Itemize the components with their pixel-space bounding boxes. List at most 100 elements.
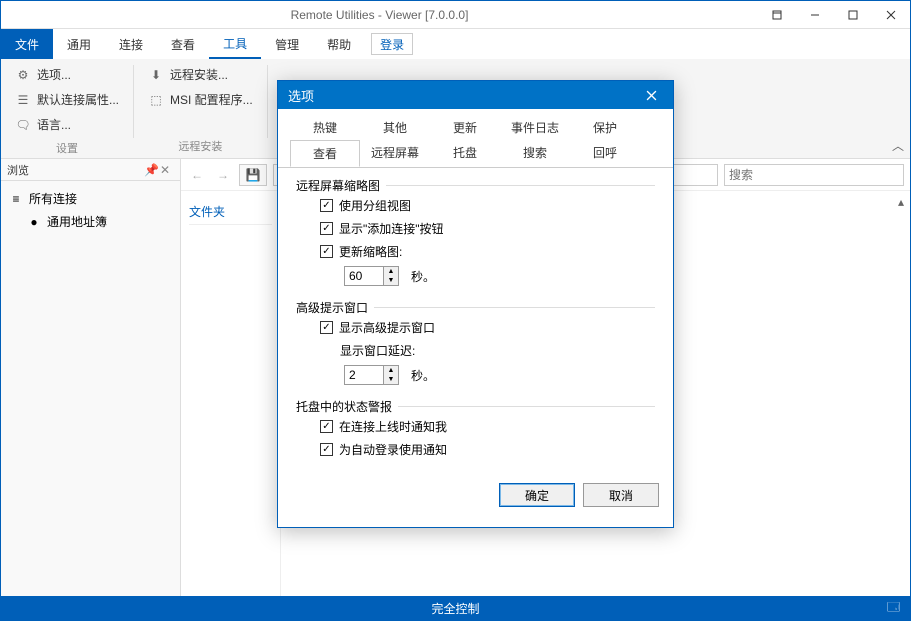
tooltip-delay-spinner[interactable]: ▲▼ bbox=[344, 365, 399, 385]
nav-forward-icon[interactable]: → bbox=[213, 166, 233, 184]
ribbon-collapse-icon[interactable]: ︿ bbox=[892, 137, 904, 154]
spinner-input[interactable] bbox=[344, 365, 384, 385]
checkbox-label: 显示高级提示窗口 bbox=[339, 319, 435, 336]
bullet-icon: ● bbox=[27, 215, 41, 229]
spinner-suffix: 秒。 bbox=[411, 367, 435, 384]
dialog-titlebar: 选项 bbox=[278, 81, 673, 109]
tab-view[interactable]: 查看 bbox=[290, 140, 360, 167]
spinner-up-icon[interactable]: ▲ bbox=[384, 366, 398, 375]
ribbon-item-default-props[interactable]: ☰ 默认连接属性... bbox=[9, 88, 125, 111]
dialog-body: 热键 其他 更新 事件日志 保护 查看 远程屏幕 托盘 搜索 回呼 远程屏幕缩略… bbox=[278, 109, 673, 527]
ribbon-separator bbox=[267, 65, 268, 138]
ribbon-group-remote-install: ⬇ 远程安装... ⬚ MSI 配置程序... 远程安装 bbox=[134, 59, 267, 158]
menu-tab-help[interactable]: 帮助 bbox=[313, 29, 365, 59]
fieldset-title: 远程屏幕缩略图 bbox=[296, 177, 380, 194]
spinner-down-icon[interactable]: ▼ bbox=[384, 375, 398, 384]
tab-callback[interactable]: 回呼 bbox=[570, 140, 640, 167]
tab-hotkey[interactable]: 热键 bbox=[290, 115, 360, 140]
collapse-icon[interactable]: ▴ bbox=[898, 195, 904, 209]
ribbon-group-label: 远程安装 bbox=[142, 134, 259, 158]
delay-label: 显示窗口延迟: bbox=[340, 342, 415, 359]
ribbon-group-label: 设置 bbox=[9, 136, 125, 160]
spinner-up-icon[interactable]: ▲ bbox=[384, 267, 398, 276]
close-button[interactable] bbox=[872, 1, 910, 29]
search-input[interactable] bbox=[724, 164, 904, 186]
menu-tab-file[interactable]: 文件 bbox=[1, 29, 53, 59]
titlebar: Remote Utilities - Viewer [7.0.0.0] bbox=[1, 1, 910, 29]
list-icon: ≡ bbox=[9, 192, 23, 206]
ok-button[interactable]: 确定 bbox=[499, 483, 575, 507]
dialog-tabs-row2: 查看 远程屏幕 托盘 搜索 回呼 bbox=[278, 140, 673, 168]
fieldset-tooltip: 高级提示窗口 ✓ 显示高级提示窗口 显示窗口延迟: ▲▼ 秒。 bbox=[296, 299, 655, 388]
tree-item-label: 所有连接 bbox=[29, 190, 77, 207]
checkbox-show-tooltip[interactable]: ✓ 显示高级提示窗口 bbox=[296, 316, 655, 339]
window-title: Remote Utilities - Viewer [7.0.0.0] bbox=[1, 8, 758, 22]
fieldset-title: 托盘中的状态警报 bbox=[296, 398, 392, 415]
login-button[interactable]: 登录 bbox=[371, 33, 413, 55]
properties-icon: ☰ bbox=[15, 92, 31, 108]
checkbox-group-view[interactable]: ✓使用分组视图 bbox=[296, 194, 655, 217]
menu-tab-tools[interactable]: 工具 bbox=[209, 29, 261, 59]
fieldset-thumbnails: 远程屏幕缩略图 ✓使用分组视图 ✓ 显示"添加连接"按钮 ✓更新缩略图: ▲▼ 秒… bbox=[296, 177, 655, 289]
tree-item-label: 通用地址簿 bbox=[47, 213, 107, 230]
ribbon-item-label: MSI 配置程序... bbox=[170, 91, 253, 108]
fieldset-tray-alerts: 托盘中的状态警报 ✓ 在连接上线时通知我 ✓ 为自动登录使用通知 bbox=[296, 398, 655, 461]
ribbon-item-remote-install[interactable]: ⬇ 远程安装... bbox=[142, 63, 259, 86]
tab-update[interactable]: 更新 bbox=[430, 115, 500, 140]
ribbon-item-label: 默认连接属性... bbox=[37, 91, 119, 108]
checkbox-notify-autologin[interactable]: ✓ 为自动登录使用通知 bbox=[296, 438, 655, 461]
dialog-footer: 确定 取消 bbox=[278, 475, 673, 517]
spinner-down-icon[interactable]: ▼ bbox=[384, 276, 398, 285]
checkbox-show-add[interactable]: ✓ 显示"添加连接"按钮 bbox=[296, 217, 655, 240]
spinner-suffix: 秒。 bbox=[411, 268, 435, 285]
connection-tree: ≡ 所有连接 ● 通用地址簿 bbox=[1, 181, 180, 239]
statusbar: 完全控制 🗔 bbox=[1, 596, 910, 620]
checkbox-icon: ✓ bbox=[320, 222, 333, 235]
save-button[interactable]: 💾 bbox=[239, 164, 267, 186]
tab-tray[interactable]: 托盘 bbox=[430, 140, 500, 167]
cancel-button[interactable]: 取消 bbox=[583, 483, 659, 507]
extra-window-icon[interactable] bbox=[758, 1, 796, 29]
pin-icon[interactable]: 📌 bbox=[144, 163, 158, 177]
checkbox-label: 在连接上线时通知我 bbox=[339, 418, 447, 435]
sidebar: 浏览 📌 ✕ ≡ 所有连接 ● 通用地址簿 bbox=[1, 159, 181, 596]
checkbox-label: 显示"添加连接"按钮 bbox=[339, 220, 444, 237]
close-panel-icon[interactable]: ✕ bbox=[160, 163, 174, 177]
checkbox-icon: ✓ bbox=[320, 443, 333, 456]
checkbox-icon: ✓ bbox=[320, 321, 333, 334]
tab-protect[interactable]: 保护 bbox=[570, 115, 640, 140]
dialog-close-button[interactable] bbox=[639, 83, 663, 107]
gear-icon: ⚙ bbox=[15, 67, 31, 83]
minimize-button[interactable] bbox=[796, 1, 834, 29]
thumbnail-interval-spinner[interactable]: ▲▼ bbox=[344, 266, 399, 286]
dialog-content: 远程屏幕缩略图 ✓使用分组视图 ✓显示"添加连接"按钮 ✓更新缩略图: ▲▼ 秒… bbox=[278, 167, 673, 475]
menu-tab-manage[interactable]: 管理 bbox=[261, 29, 313, 59]
tab-remote-screen[interactable]: 远程屏幕 bbox=[360, 140, 430, 167]
ribbon-item-language[interactable]: 🗨 语言... bbox=[9, 113, 125, 136]
checkbox-label: 更新缩略图: bbox=[339, 243, 402, 260]
language-icon: 🗨 bbox=[15, 117, 31, 133]
checkbox-label: 为自动登录使用通知 bbox=[339, 441, 447, 458]
folders-panel: 文件夹 bbox=[181, 191, 281, 596]
tab-search[interactable]: 搜索 bbox=[500, 140, 570, 167]
maximize-button[interactable] bbox=[834, 1, 872, 29]
menu-tab-connect[interactable]: 连接 bbox=[105, 29, 157, 59]
checkbox-update-thumb[interactable]: ✓更新缩略图: bbox=[296, 240, 655, 263]
fieldset-title: 高级提示窗口 bbox=[296, 299, 368, 316]
nav-back-icon[interactable]: ← bbox=[187, 166, 207, 184]
options-dialog: 选项 热键 其他 更新 事件日志 保护 查看 远程屏幕 托盘 搜索 回呼 远程屏… bbox=[277, 80, 674, 528]
tree-item-all[interactable]: ≡ 所有连接 bbox=[5, 187, 176, 210]
ribbon-item-options[interactable]: ⚙ 选项... bbox=[9, 63, 125, 86]
statusbar-icon[interactable]: 🗔 bbox=[887, 598, 900, 619]
ribbon-item-msi-config[interactable]: ⬚ MSI 配置程序... bbox=[142, 88, 259, 111]
menu-tab-view[interactable]: 查看 bbox=[157, 29, 209, 59]
tab-eventlog[interactable]: 事件日志 bbox=[500, 115, 570, 140]
spinner-input[interactable] bbox=[344, 266, 384, 286]
ribbon-item-label: 远程安装... bbox=[170, 66, 228, 83]
checkbox-icon: ✓ bbox=[320, 420, 333, 433]
tab-other[interactable]: 其他 bbox=[360, 115, 430, 140]
menu-tab-general[interactable]: 通用 bbox=[53, 29, 105, 59]
tree-item-addressbook[interactable]: ● 通用地址簿 bbox=[5, 210, 176, 233]
dialog-tabs-row1: 热键 其他 更新 事件日志 保护 bbox=[278, 115, 673, 140]
checkbox-notify-online[interactable]: ✓ 在连接上线时通知我 bbox=[296, 415, 655, 438]
